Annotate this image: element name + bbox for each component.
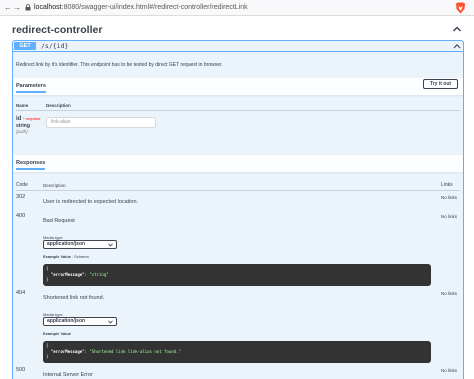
url-path: :8080/swagger-ui/index.html#/redirect-co… <box>61 4 248 11</box>
responses-header: Responses <box>13 155 463 172</box>
response-links: No links <box>441 195 458 200</box>
url-host: localhost <box>34 4 62 11</box>
media-type-select[interactable]: application/json <box>43 240 117 249</box>
parameters-title: Parameters <box>16 83 46 93</box>
chevron-up-icon[interactable] <box>452 25 462 33</box>
tab-example-value[interactable]: Example Value <box>43 331 71 336</box>
operation-description: Redirect link by it's identifier. This e… <box>16 62 223 68</box>
parameter-location: (path) <box>16 129 28 134</box>
json-value: "Shortened link link-alias not found." <box>89 348 181 354</box>
json-value: "string" <box>89 271 109 277</box>
media-type-value: application/json <box>47 241 86 247</box>
response-description: Shortened link not found. <box>43 295 105 301</box>
operation-block: GET /s/{id} Redirect link by it's identi… <box>12 40 464 379</box>
forward-icon[interactable]: → <box>13 3 21 13</box>
tab-schema[interactable]: Schema <box>74 254 89 259</box>
column-header-description: Description <box>46 103 71 108</box>
chevron-up-icon[interactable] <box>453 43 461 49</box>
column-header-code: Code <box>16 182 28 188</box>
divider <box>16 110 460 111</box>
column-header-links: Links <box>441 182 453 188</box>
parameter-name-text: id <box>16 116 22 122</box>
operation-path: /s/{id} <box>41 42 69 50</box>
response-code: 500 <box>16 367 26 373</box>
response-links: No links <box>441 214 458 219</box>
browser-toolbar: ← → localhost:8080/swagger-ui/index.html… <box>0 0 474 16</box>
try-it-out-button[interactable]: Try it out <box>423 79 458 89</box>
chevron-down-icon <box>108 320 113 324</box>
response-code: 302 <box>16 194 26 200</box>
media-type-value: application/json <box>47 318 86 324</box>
json-key: "errorMessage" <box>50 271 85 277</box>
json-key: "errorMessage" <box>50 348 85 354</box>
response-description: User is redirected to expected location. <box>43 199 139 205</box>
back-icon[interactable]: ← <box>4 3 12 13</box>
chevron-down-icon <box>108 243 113 247</box>
response-code: 404 <box>16 290 26 296</box>
tab-example-value[interactable]: Example Value <box>43 254 71 259</box>
media-type-select[interactable]: application/json <box>43 317 117 326</box>
response-links: No links <box>441 291 458 296</box>
http-method-badge: GET <box>14 42 36 50</box>
responses-title: Responses <box>16 160 46 170</box>
required-marker: * required <box>23 116 41 121</box>
column-header-name: Name <box>16 103 29 108</box>
example-code-block: { "errorMessage": "Shortened link link-a… <box>43 341 431 363</box>
lock-icon[interactable] <box>25 4 31 11</box>
address-bar[interactable]: localhost:8080/swagger-ui/index.html#/re… <box>34 3 248 13</box>
operation-summary[interactable]: GET /s/{id} <box>13 41 463 52</box>
parameters-header: Parameters Try it out <box>13 78 463 95</box>
parameter-name: id * required <box>16 116 40 122</box>
response-description: Bad Request <box>43 218 75 224</box>
response-links: No links <box>441 368 458 373</box>
example-tabs: Example Value <box>43 331 71 336</box>
response-code: 400 <box>16 213 26 219</box>
response-description: Internal Server Error <box>43 372 93 378</box>
example-code-block: { "errorMessage": "string" } <box>43 264 431 286</box>
example-tabs: Example Value|Schema <box>43 254 89 259</box>
column-header-description: Description <box>43 183 66 188</box>
divider <box>16 190 460 191</box>
tag-section-header[interactable]: redirect-controller <box>12 22 464 38</box>
tag-title: redirect-controller <box>12 24 103 36</box>
brave-lion-icon[interactable] <box>455 2 466 14</box>
id-input[interactable]: link-alias <box>46 117 156 128</box>
